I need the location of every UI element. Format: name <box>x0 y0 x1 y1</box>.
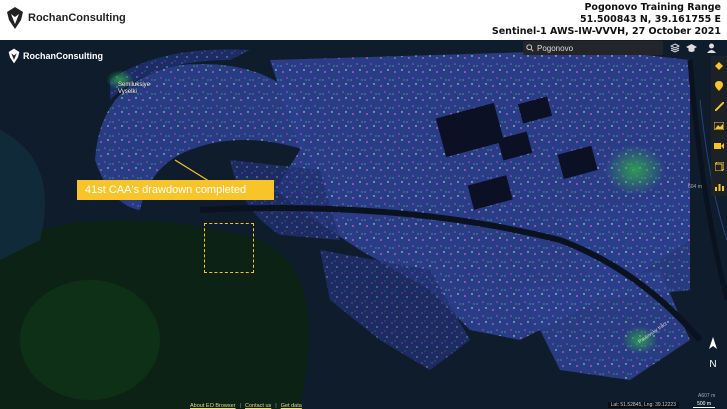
callout-leader-line <box>174 159 213 184</box>
header-bar: RochanConsulting Pogonovo Training Range… <box>0 0 727 40</box>
rochan-logo-icon <box>7 7 23 29</box>
title-block: Pogonovo Training Range 51.500843 N, 39.… <box>492 2 721 38</box>
link-about[interactable]: About EO Browser <box>190 403 236 409</box>
cursor-coordinates: Lat: 51.52845, Lng: 39.12223 <box>607 402 679 408</box>
title-line-2: 51.500843 N, 39.161755 E <box>580 14 721 25</box>
svg-text:N: N <box>709 359 716 370</box>
separator: | <box>275 403 277 409</box>
satellite-map[interactable]: RochanConsulting Semiluksiye Vyselki Pav… <box>0 40 727 409</box>
link-contact[interactable]: Contact us <box>245 403 271 409</box>
scale-bar: 500 m <box>693 401 715 408</box>
area-of-interest-box <box>204 223 254 273</box>
title-line-1: Pogonovo Training Range <box>584 2 721 13</box>
title-line-3: Sentinel-1 AWS-IW-VVVH, 27 October 2021 <box>491 26 721 37</box>
footer-links: About EO Browser | Contact us | Get data <box>190 403 302 409</box>
link-get-data[interactable]: Get data <box>281 403 302 409</box>
logo-text: RochanConsulting <box>28 12 126 24</box>
rochan-logo: RochanConsulting <box>6 6 126 30</box>
north-arrow-icon: N <box>709 337 717 370</box>
separator: | <box>239 403 241 409</box>
